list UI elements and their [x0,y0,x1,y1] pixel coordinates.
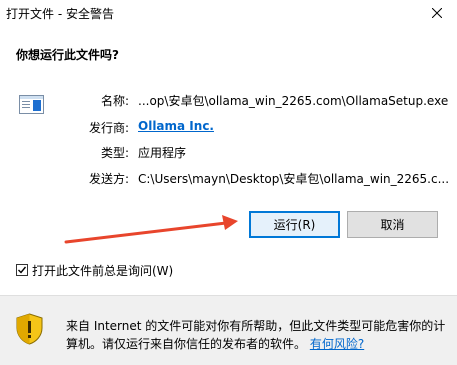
publisher-link[interactable]: Ollama Inc. [138,119,214,133]
run-button[interactable]: 运行(R) [249,211,340,238]
cancel-button[interactable]: 取消 [347,211,438,238]
warning-panel: 来自 Internet 的文件可能对你有所帮助，但此文件类型可能危害你的计算机。… [0,296,457,365]
risk-link[interactable]: 有何风险? [310,337,364,351]
run-question: 你想运行此文件吗? [16,48,119,62]
title-bar: 打开文件 - 安全警告 [0,0,457,26]
file-type-label: 类型: [100,146,129,160]
security-warning-dialog: 打开文件 - 安全警告 你想运行此文件吗? 名称: ...op\安卓包\olla… [0,0,457,365]
file-name-label: 名称: [100,94,129,108]
always-ask-checkbox[interactable] [16,264,28,276]
close-icon [432,8,442,18]
source-label: 发送方: [88,172,129,186]
warning-message: 来自 Internet 的文件可能对你有所帮助，但此文件类型可能危害你的计算机。… [66,317,446,353]
publisher-label: 发行商: [88,121,129,135]
source-value: C:\Users\mayn\Desktop\安卓包\ollama_win_226… [138,172,450,186]
checkmark-icon [18,266,27,274]
security-shield-icon [16,313,43,345]
file-type-value: 应用程序 [138,146,187,160]
window-title: 打开文件 - 安全警告 [6,7,114,21]
always-ask-label: 打开此文件前总是询问(W) [32,263,174,278]
file-name-value: ...op\安卓包\ollama_win_2265.com\OllamaSetu… [138,94,449,108]
close-button[interactable] [417,0,457,26]
always-ask-option[interactable]: 打开此文件前总是询问(W) [16,262,173,278]
warning-text: 来自 Internet 的文件可能对你有所帮助，但此文件类型可能危害你的计算机。… [66,319,446,351]
